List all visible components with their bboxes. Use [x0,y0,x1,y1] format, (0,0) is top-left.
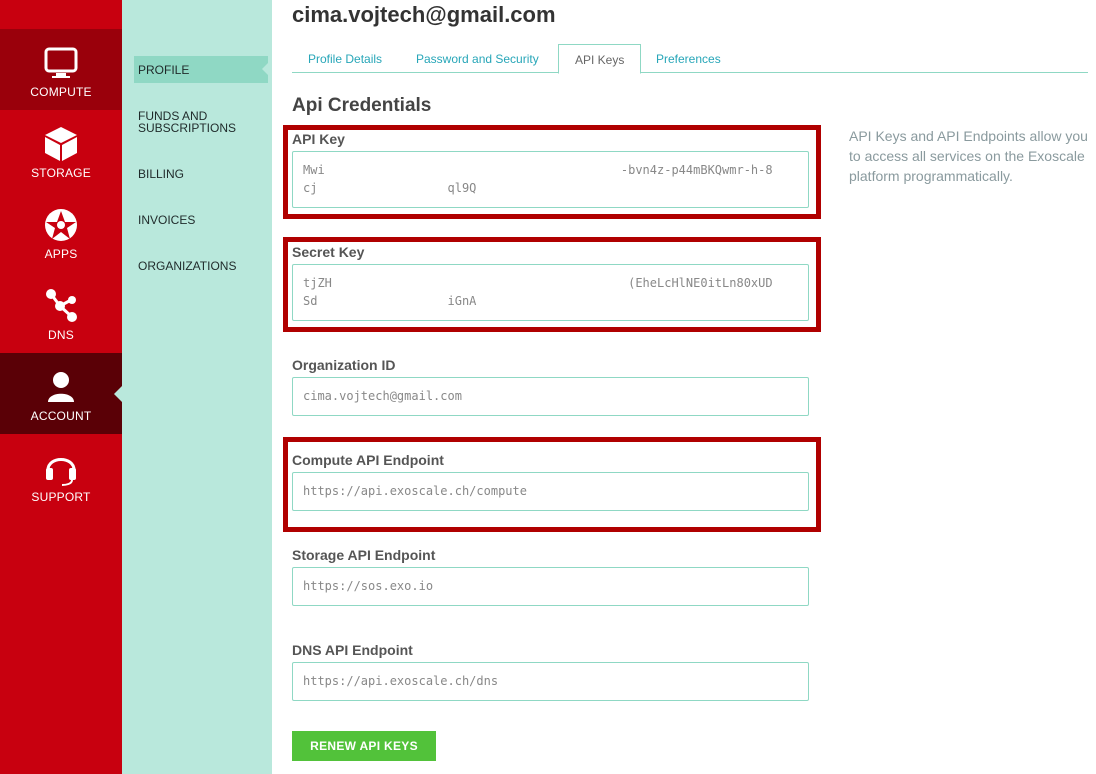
subnav-item-organizations[interactable]: ORGANIZATIONS [138,260,272,272]
nav-item-support[interactable]: SUPPORT [0,434,122,515]
dns-endpoint-label: DNS API Endpoint [292,642,413,658]
section-title: Api Credentials [292,95,432,116]
nav-item-account[interactable]: ACCOUNT [0,353,122,434]
nav-item-dns[interactable]: DNS [0,272,122,353]
api-key-field[interactable]: Mwi -bvn4z-p44mBKQwmr-h-8 cj ql9Q [292,151,809,208]
user-icon [0,367,122,407]
secret-key-label: Secret Key [292,244,365,260]
nav-label-account: ACCOUNT [30,409,92,423]
tab-profile-details[interactable]: Profile Details [292,44,398,73]
api-help-text: API Keys and API Endpoints allow you to … [849,128,1088,184]
storage-endpoint-field[interactable]: https://sos.exo.io [292,567,809,606]
api-key-label: API Key [292,131,345,147]
tab-api-keys[interactable]: API Keys [558,44,642,74]
nav-item-storage[interactable]: STORAGE [0,110,122,191]
network-icon [0,286,122,326]
nav-item-apps[interactable]: APPS [0,191,122,272]
nav-item-compute[interactable]: COMPUTE [0,29,122,110]
nav-label-storage: STORAGE [31,166,91,180]
subnav-item-billing[interactable]: BILLING [138,168,272,180]
main-content: cima.vojtech@gmail.com Profile Details P… [272,0,1096,774]
subnav-item-invoices[interactable]: INVOICES [138,214,272,226]
subnav-item-funds[interactable]: FUNDS AND SUBSCRIPTIONS [138,110,262,134]
compute-endpoint-label: Compute API Endpoint [292,452,444,468]
headset-icon [0,448,122,488]
nav-label-compute: COMPUTE [30,85,92,99]
storage-endpoint-label: Storage API Endpoint [292,547,436,563]
dns-endpoint-field[interactable]: https://api.exoscale.ch/dns [292,662,809,701]
tab-preferences[interactable]: Preferences [640,44,737,73]
profile-tabs: Profile Details Password and Security AP… [292,44,1088,74]
account-subnav: PROFILE FUNDS AND SUBSCRIPTIONS BILLING … [122,0,272,774]
secret-key-field[interactable]: tjZH (EheLcHlNE0itLn80xUD Sd iGnA [292,264,809,321]
monitor-icon [0,43,122,83]
page-title: cima.vojtech@gmail.com [292,2,556,27]
compute-endpoint-field[interactable]: https://api.exoscale.ch/compute [292,472,809,511]
tab-password-security[interactable]: Password and Security [400,44,555,73]
nav-label-dns: DNS [48,328,74,342]
box-icon [0,124,122,164]
nav-label-support: SUPPORT [31,490,91,504]
organization-id-label: Organization ID [292,357,396,373]
main-nav-rail: COMPUTE STORAGE APPS DNS ACCOUNT SUPPORT [0,0,122,774]
organization-id-field[interactable]: cima.vojtech@gmail.com [292,377,809,416]
subnav-item-profile[interactable]: PROFILE [134,56,269,83]
star-icon [0,205,122,245]
renew-api-keys-button[interactable]: RENEW API KEYS [292,731,436,761]
nav-label-apps: APPS [44,247,78,261]
